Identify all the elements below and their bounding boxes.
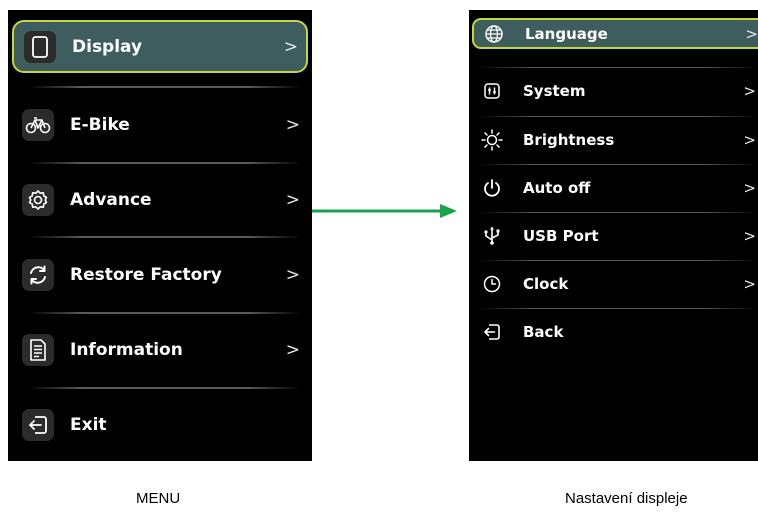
menu-caption: MENU <box>136 490 181 507</box>
menu-item-label: Information <box>70 340 183 360</box>
settings-item-back[interactable]: Back <box>469 308 758 356</box>
settings-item-system[interactable]: System > <box>469 67 758 115</box>
settings-item-label: USB Port <box>523 227 599 245</box>
settings-item-clock[interactable]: Clock > <box>469 260 758 308</box>
exit-icon <box>22 409 54 441</box>
chevron-right-icon: > <box>285 340 300 360</box>
chevron-right-icon: > <box>285 115 300 135</box>
menu-item-e-bike[interactable]: E-Bike > <box>8 88 312 162</box>
menu-item-display[interactable]: Display > <box>12 20 308 73</box>
menu-item-information[interactable]: Information > <box>8 313 312 387</box>
bicycle-icon <box>22 109 54 141</box>
arrow-right-icon <box>312 204 457 218</box>
settings-item-label: System <box>523 82 586 100</box>
globe-icon <box>483 23 505 45</box>
menu-item-label: Restore Factory <box>70 265 222 285</box>
restore-icon <box>22 259 54 291</box>
settings-item-label: Clock <box>523 275 569 293</box>
power-icon <box>481 177 503 199</box>
menu-item-label: Advance <box>70 190 152 210</box>
menu-item-restore-factory[interactable]: Restore Factory > <box>8 238 312 312</box>
chevron-right-icon: > <box>743 275 756 293</box>
menu-item-label: Display <box>72 36 143 57</box>
settings-item-auto-off[interactable]: Auto off > <box>469 164 758 212</box>
chevron-right-icon: > <box>743 179 756 197</box>
settings-item-usb-port[interactable]: USB Port > <box>469 212 758 260</box>
clock-icon <box>481 273 503 295</box>
settings-item-label: Back <box>523 323 564 341</box>
settings-item-label: Auto off <box>523 179 591 197</box>
menu-item-advance[interactable]: Advance > <box>8 163 312 237</box>
settings-item-label: Language <box>525 24 608 43</box>
usb-icon <box>481 225 503 247</box>
menu-item-label: Exit <box>70 415 107 435</box>
document-icon <box>22 334 54 366</box>
chevron-right-icon: > <box>283 36 298 57</box>
display-settings-screen: Language > System > Brightness > Auto of… <box>469 10 758 461</box>
display-settings-caption: Nastavení displeje <box>565 490 688 507</box>
back-icon <box>481 321 503 343</box>
sun-icon <box>481 129 503 151</box>
chevron-right-icon: > <box>743 131 756 149</box>
menu-item-exit[interactable]: Exit <box>8 388 312 461</box>
chevron-right-icon: > <box>743 227 756 245</box>
chevron-right-icon: > <box>745 24 758 43</box>
settings-item-label: Brightness <box>523 131 615 149</box>
menu-screen: Display > E-Bike > Advance > Restore Fac… <box>8 10 312 461</box>
settings-item-language[interactable]: Language > <box>472 18 758 49</box>
chevron-right-icon: > <box>285 190 300 210</box>
system-icon <box>481 80 503 102</box>
settings-item-brightness[interactable]: Brightness > <box>469 116 758 164</box>
chevron-right-icon: > <box>285 265 300 285</box>
chevron-right-icon: > <box>743 82 756 100</box>
gear-icon <box>22 184 54 216</box>
display-icon <box>24 30 56 63</box>
menu-item-label: E-Bike <box>70 115 130 135</box>
